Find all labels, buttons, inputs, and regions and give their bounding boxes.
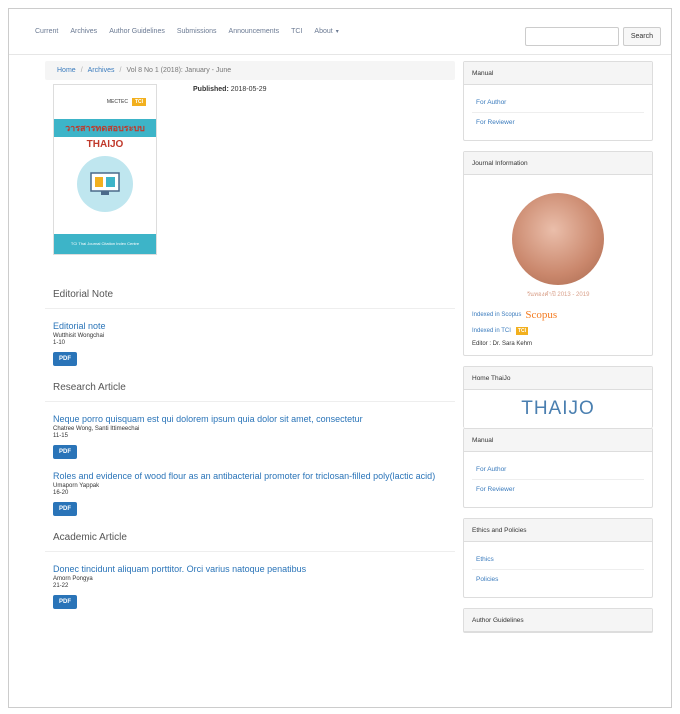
indexed-tci-row[interactable]: Indexed in TCI TCI <box>472 327 644 335</box>
published-label: Published: <box>193 86 229 93</box>
cover-footer: TCI Thai Journal Citation Index Centre <box>54 234 156 254</box>
article-title-link[interactable]: Donec tincidunt aliquam porttitor. Orci … <box>53 564 455 574</box>
pdf-button[interactable]: PDF <box>53 595 77 609</box>
panel-journal-information: Journal Information วันทองคำปี 2013 - 20… <box>463 151 653 356</box>
panel-ethics-policies: Ethics and Policies Ethics Policies <box>463 518 653 598</box>
link-for-author[interactable]: For Author <box>472 93 644 113</box>
section-title-academic-article: Academic Article <box>53 532 127 543</box>
nav-announcements[interactable]: Announcements <box>229 28 280 35</box>
top-navbar: Current Archives Author Guidelines Submi… <box>9 9 671 55</box>
issue-header: MECTEC TCI วารสารทดสอบระบบ THAIJO TCI Th… <box>45 84 455 255</box>
breadcrumb: Home / Archives / Vol 8 No 1 (2018): Jan… <box>45 61 455 80</box>
article-pages: 16-20 <box>53 490 69 496</box>
article-item: Editorial note Wutthisit Wongchai 1-10 P… <box>45 321 455 366</box>
search-button[interactable]: Search <box>622 27 661 46</box>
tci-logo: TCI <box>515 327 528 335</box>
breadcrumb-current: Vol 8 No 1 (2018): January - June <box>126 67 232 74</box>
article-title-link[interactable]: Editorial note <box>53 321 455 331</box>
search-input[interactable] <box>524 27 619 46</box>
medal-caption: วันทองคำปี 2013 - 2019 <box>526 292 590 298</box>
panel-author-guidelines: Author Guidelines <box>463 608 653 633</box>
nav-current[interactable]: Current <box>35 28 58 35</box>
indexed-scopus-text: Indexed in Scopus <box>472 312 522 318</box>
link-for-author[interactable]: For Author <box>472 460 644 480</box>
panel-manual: Manual For Author For Reviewer <box>463 61 653 141</box>
article-pages: 11-15 <box>53 433 68 439</box>
thaijo-logo[interactable]: THAIJO <box>464 390 652 428</box>
tci-medal-icon <box>512 193 604 285</box>
nav-about-dropdown[interactable]: About ▾ <box>314 28 338 35</box>
indexed-scopus-row[interactable]: Indexed in Scopus Scopus <box>472 309 644 321</box>
panel-journal-information-body: วันทองคำปี 2013 - 2019 Indexed in Scopus… <box>464 175 652 355</box>
divider <box>45 308 455 309</box>
published-date: Published: 2018-05-29 <box>193 86 267 255</box>
panel-manual-title: Manual <box>464 62 652 85</box>
issue-cover-image[interactable]: MECTEC TCI วารสารทดสอบระบบ THAIJO TCI Th… <box>53 84 157 255</box>
pdf-button[interactable]: PDF <box>53 445 77 459</box>
search-form: Search <box>524 27 661 46</box>
nav-author-guidelines[interactable]: Author Guidelines <box>109 28 165 35</box>
pdf-button[interactable]: PDF <box>53 502 77 516</box>
panel-journal-information-title: Journal Information <box>464 152 652 175</box>
panel-home-thaijo: Home ThaiJo THAIJO <box>463 366 653 428</box>
chevron-down-icon: ▾ <box>335 29 339 35</box>
breadcrumb-separator: / <box>119 67 122 74</box>
link-ethics[interactable]: Ethics <box>472 550 644 570</box>
browser-frame: Current Archives Author Guidelines Submi… <box>8 8 672 708</box>
indexed-tci-text: Indexed in TCI <box>472 328 511 334</box>
link-policies[interactable]: Policies <box>472 570 644 589</box>
article-item: Donec tincidunt aliquam porttitor. Orci … <box>45 564 455 609</box>
nav-archives[interactable]: Archives <box>70 28 97 35</box>
cover-mectec-logo: MECTEC <box>106 99 128 105</box>
nav-submissions[interactable]: Submissions <box>177 28 217 35</box>
sidebar: Manual For Author For Reviewer Journal I… <box>463 61 653 643</box>
cover-tci-logo: TCI <box>131 98 146 106</box>
panel-manual-2-title: Manual <box>464 429 652 452</box>
editor-text: Editor : Dr. Sara Kehm <box>472 341 533 347</box>
section-title-research-article: Research Article <box>53 382 126 393</box>
article-authors: Amorn Pongya <box>53 576 93 582</box>
published-value: 2018-05-29 <box>230 86 267 93</box>
panel-author-guidelines-title: Author Guidelines <box>464 609 652 632</box>
article-authors: Wutthisit Wongchai <box>53 333 105 339</box>
divider <box>45 401 455 402</box>
panel-ethics-policies-title: Ethics and Policies <box>464 519 652 542</box>
panel-home-thaijo-title: Home ThaiJo <box>464 367 652 390</box>
panel-manual-body: For Author For Reviewer <box>464 85 652 140</box>
panel-manual-2: Manual For Author For Reviewer <box>463 428 653 508</box>
main-content: Home / Archives / Vol 8 No 1 (2018): Jan… <box>45 61 455 609</box>
article-item: Neque porro quisquam est qui dolorem ips… <box>45 414 455 459</box>
article-title-link[interactable]: Neque porro quisquam est qui dolorem ips… <box>53 414 455 424</box>
scopus-logo: Scopus <box>525 309 558 321</box>
article-title-link[interactable]: Roles and evidence of wood flour as an a… <box>53 471 455 481</box>
breadcrumb-home[interactable]: Home <box>57 67 76 74</box>
divider <box>45 551 455 552</box>
article-pages: 21-22 <box>53 583 69 589</box>
panel-manual-2-body: For Author For Reviewer <box>464 452 652 507</box>
pdf-button[interactable]: PDF <box>53 352 77 366</box>
panel-ethics-policies-body: Ethics Policies <box>464 542 652 597</box>
cover-thai-title: วารสารทดสอบระบบ <box>54 119 156 137</box>
section-title-editorial-note: Editorial Note <box>53 289 114 300</box>
link-for-reviewer[interactable]: For Reviewer <box>472 480 644 499</box>
article-authors: Chatree Wong, Santi Ittimeechai <box>53 426 140 432</box>
nav-tci[interactable]: TCI <box>291 28 302 35</box>
link-for-reviewer[interactable]: For Reviewer <box>472 113 644 132</box>
article-item: Roles and evidence of wood flour as an a… <box>45 471 455 516</box>
breadcrumb-archives[interactable]: Archives <box>88 67 115 74</box>
article-pages: 1-10 <box>53 340 66 346</box>
nav-about-label: About <box>314 28 333 35</box>
article-authors: Umaporn Yappak <box>53 483 100 489</box>
cover-logos: MECTEC TCI <box>54 85 156 119</box>
breadcrumb-separator: / <box>80 67 83 74</box>
cover-illustration-icon <box>77 156 133 212</box>
cover-thaijo-title: THAIJO <box>86 139 124 150</box>
